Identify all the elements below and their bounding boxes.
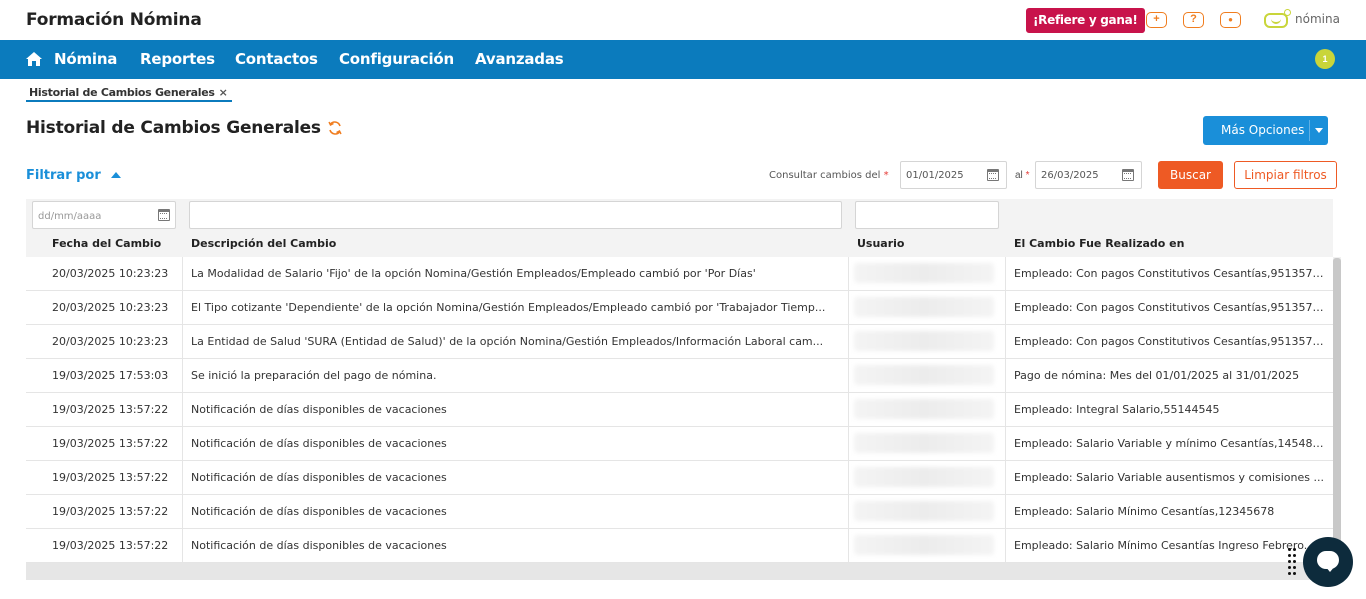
- cell-usuario-redacted: [854, 467, 994, 487]
- cell-usuario-redacted: [854, 433, 994, 453]
- to-label: al *: [1015, 170, 1030, 181]
- cell-descripcion: El Tipo cotizante 'Dependiente' de la op…: [191, 301, 826, 314]
- cell-descripcion: La Modalidad de Salario 'Fijo' de la opc…: [191, 267, 756, 280]
- nomina-logo[interactable]: nómina: [1264, 9, 1344, 31]
- notification-badge[interactable]: 1: [1315, 49, 1335, 69]
- cell-descripcion: Notificación de días disponibles de vaca…: [191, 539, 447, 552]
- cell-fecha: 20/03/2025 10:23:23: [52, 335, 169, 348]
- refiere-button[interactable]: ¡Refiere y gana!: [1026, 8, 1145, 33]
- changes-grid: dd/mm/aaaa Fecha del Cambio Descripción …: [26, 199, 1333, 580]
- cell-realizado: Empleado: Integral Salario,55144545: [1014, 403, 1220, 416]
- table-row[interactable]: 19/03/2025 13:57:22 Notificación de días …: [26, 393, 1333, 427]
- cell-realizado: Empleado: Salario Mínimo Cesantías Ingre…: [1014, 539, 1315, 552]
- cell-fecha: 19/03/2025 13:57:22: [52, 471, 169, 484]
- cell-descripcion: Notificación de días disponibles de vaca…: [191, 403, 447, 416]
- consult-label: Consultar cambios del *: [769, 170, 889, 181]
- main-nav: Nómina Reportes Contactos Configuración …: [0, 40, 1366, 79]
- tab-label: Historial de Cambios Generales: [29, 86, 215, 99]
- clear-filters-button[interactable]: Limpiar filtros: [1234, 161, 1337, 189]
- table-row[interactable]: 20/03/2025 10:23:23 El Tipo cotizante 'De…: [26, 291, 1333, 325]
- description-filter-input[interactable]: [189, 201, 842, 229]
- cell-descripcion: La Entidad de Salud 'SURA (Entidad de Sa…: [191, 335, 824, 348]
- from-date-input[interactable]: 01/01/2025: [900, 161, 1007, 189]
- plus-icon[interactable]: +: [1146, 12, 1167, 28]
- table-row[interactable]: 19/03/2025 13:57:22 Notificación de días …: [26, 529, 1333, 563]
- cell-realizado: Empleado: Salario Variable ausentismos y…: [1014, 471, 1324, 484]
- table-row[interactable]: 19/03/2025 13:57:22 Notificación de días …: [26, 427, 1333, 461]
- cell-realizado: Empleado: Salario Mínimo Cesantías,12345…: [1014, 505, 1275, 518]
- nav-reportes[interactable]: Reportes: [140, 50, 215, 68]
- calendar-icon[interactable]: [158, 209, 170, 221]
- cell-realizado: Empleado: Salario Variable y mínimo Cesa…: [1014, 437, 1324, 450]
- table-row[interactable]: 19/03/2025 17:53:03 Se inició la preparac…: [26, 359, 1333, 393]
- horizontal-scrollbar[interactable]: [26, 563, 1333, 580]
- to-date-value: 26/03/2025: [1041, 170, 1099, 181]
- cell-usuario-redacted: [854, 399, 994, 419]
- cell-fecha: 20/03/2025 10:23:23: [52, 267, 169, 280]
- help-icon[interactable]: ?: [1183, 12, 1204, 28]
- nav-nomina[interactable]: Nómina: [54, 50, 117, 68]
- column-header-fecha[interactable]: Fecha del Cambio: [52, 237, 161, 250]
- vertical-scrollbar-thumb[interactable]: [1333, 258, 1341, 578]
- date-filter-input[interactable]: dd/mm/aaaa: [32, 201, 176, 229]
- filter-toggle[interactable]: Filtrar por: [26, 168, 101, 183]
- close-icon[interactable]: ×: [219, 86, 228, 99]
- tab-historial[interactable]: Historial de Cambios Generales ×: [26, 84, 232, 102]
- cell-usuario-redacted: [854, 297, 994, 317]
- column-header-descripcion[interactable]: Descripción del Cambio: [191, 237, 336, 250]
- drag-handle-icon[interactable]: [1288, 548, 1298, 576]
- column-header-usuario[interactable]: Usuario: [857, 237, 905, 250]
- company-name: Formación Nómina: [26, 10, 202, 30]
- calendar-icon[interactable]: [987, 169, 999, 181]
- nav-configuracion[interactable]: Configuración: [339, 50, 454, 68]
- caret-down-icon[interactable]: [1315, 128, 1323, 133]
- table-body: 20/03/2025 10:23:23 La Modalidad de Salar…: [26, 257, 1333, 563]
- home-icon[interactable]: [25, 51, 43, 67]
- column-header-realizado[interactable]: El Cambio Fue Realizado en: [1014, 237, 1184, 250]
- cell-descripcion: Notificación de días disponibles de vaca…: [191, 437, 447, 450]
- more-options-label: Más Opciones: [1221, 123, 1305, 137]
- search-button[interactable]: Buscar: [1158, 161, 1223, 189]
- user-filter-input[interactable]: [855, 201, 999, 229]
- cell-usuario-redacted: [854, 535, 994, 555]
- table-row[interactable]: 20/03/2025 10:23:23 La Modalidad de Salar…: [26, 257, 1333, 291]
- cell-realizado: Empleado: Con pagos Constitutivos Cesant…: [1014, 267, 1324, 280]
- refresh-icon[interactable]: [327, 120, 343, 136]
- cell-realizado: Empleado: Con pagos Constitutivos Cesant…: [1014, 301, 1324, 314]
- cell-descripcion: Se inició la preparación del pago de nóm…: [191, 369, 437, 382]
- calendar-icon[interactable]: [1122, 169, 1134, 181]
- nav-avanzadas[interactable]: Avanzadas: [475, 50, 564, 68]
- cell-usuario-redacted: [854, 331, 994, 351]
- cell-usuario-redacted: [854, 501, 994, 521]
- cell-descripcion: Notificación de días disponibles de vaca…: [191, 505, 447, 518]
- to-date-input[interactable]: 26/03/2025: [1035, 161, 1142, 189]
- cell-descripcion: Notificación de días disponibles de vaca…: [191, 471, 447, 484]
- page-title: Historial de Cambios Generales: [26, 118, 321, 138]
- cell-realizado: Pago de nómina: Mes del 01/01/2025 al 31…: [1014, 369, 1300, 382]
- user-icon[interactable]: ●: [1220, 12, 1241, 28]
- cell-fecha: 19/03/2025 13:57:22: [52, 505, 169, 518]
- cell-fecha: 20/03/2025 10:23:23: [52, 301, 169, 314]
- logo-text: nómina: [1295, 12, 1340, 26]
- cell-usuario-redacted: [854, 263, 994, 283]
- cell-fecha: 19/03/2025 13:57:22: [52, 403, 169, 416]
- cell-fecha: 19/03/2025 17:53:03: [52, 369, 169, 382]
- top-header: Formación Nómina ¡Refiere y gana! + ? ● …: [0, 0, 1366, 40]
- chat-button[interactable]: [1303, 537, 1353, 587]
- cell-usuario-redacted: [854, 365, 994, 385]
- more-options-button[interactable]: Más Opciones: [1203, 116, 1328, 145]
- table-row[interactable]: 19/03/2025 13:57:22 Notificación de días …: [26, 495, 1333, 529]
- cell-fecha: 19/03/2025 13:57:22: [52, 437, 169, 450]
- cell-realizado: Empleado: Con pagos Constitutivos Cesant…: [1014, 335, 1324, 348]
- table-row[interactable]: 19/03/2025 13:57:22 Notificación de días …: [26, 461, 1333, 495]
- from-date-value: 01/01/2025: [906, 170, 964, 181]
- cell-fecha: 19/03/2025 13:57:22: [52, 539, 169, 552]
- nav-contactos[interactable]: Contactos: [235, 50, 318, 68]
- caret-up-icon[interactable]: [111, 172, 121, 178]
- table-row[interactable]: 20/03/2025 10:23:23 La Entidad de Salud '…: [26, 325, 1333, 359]
